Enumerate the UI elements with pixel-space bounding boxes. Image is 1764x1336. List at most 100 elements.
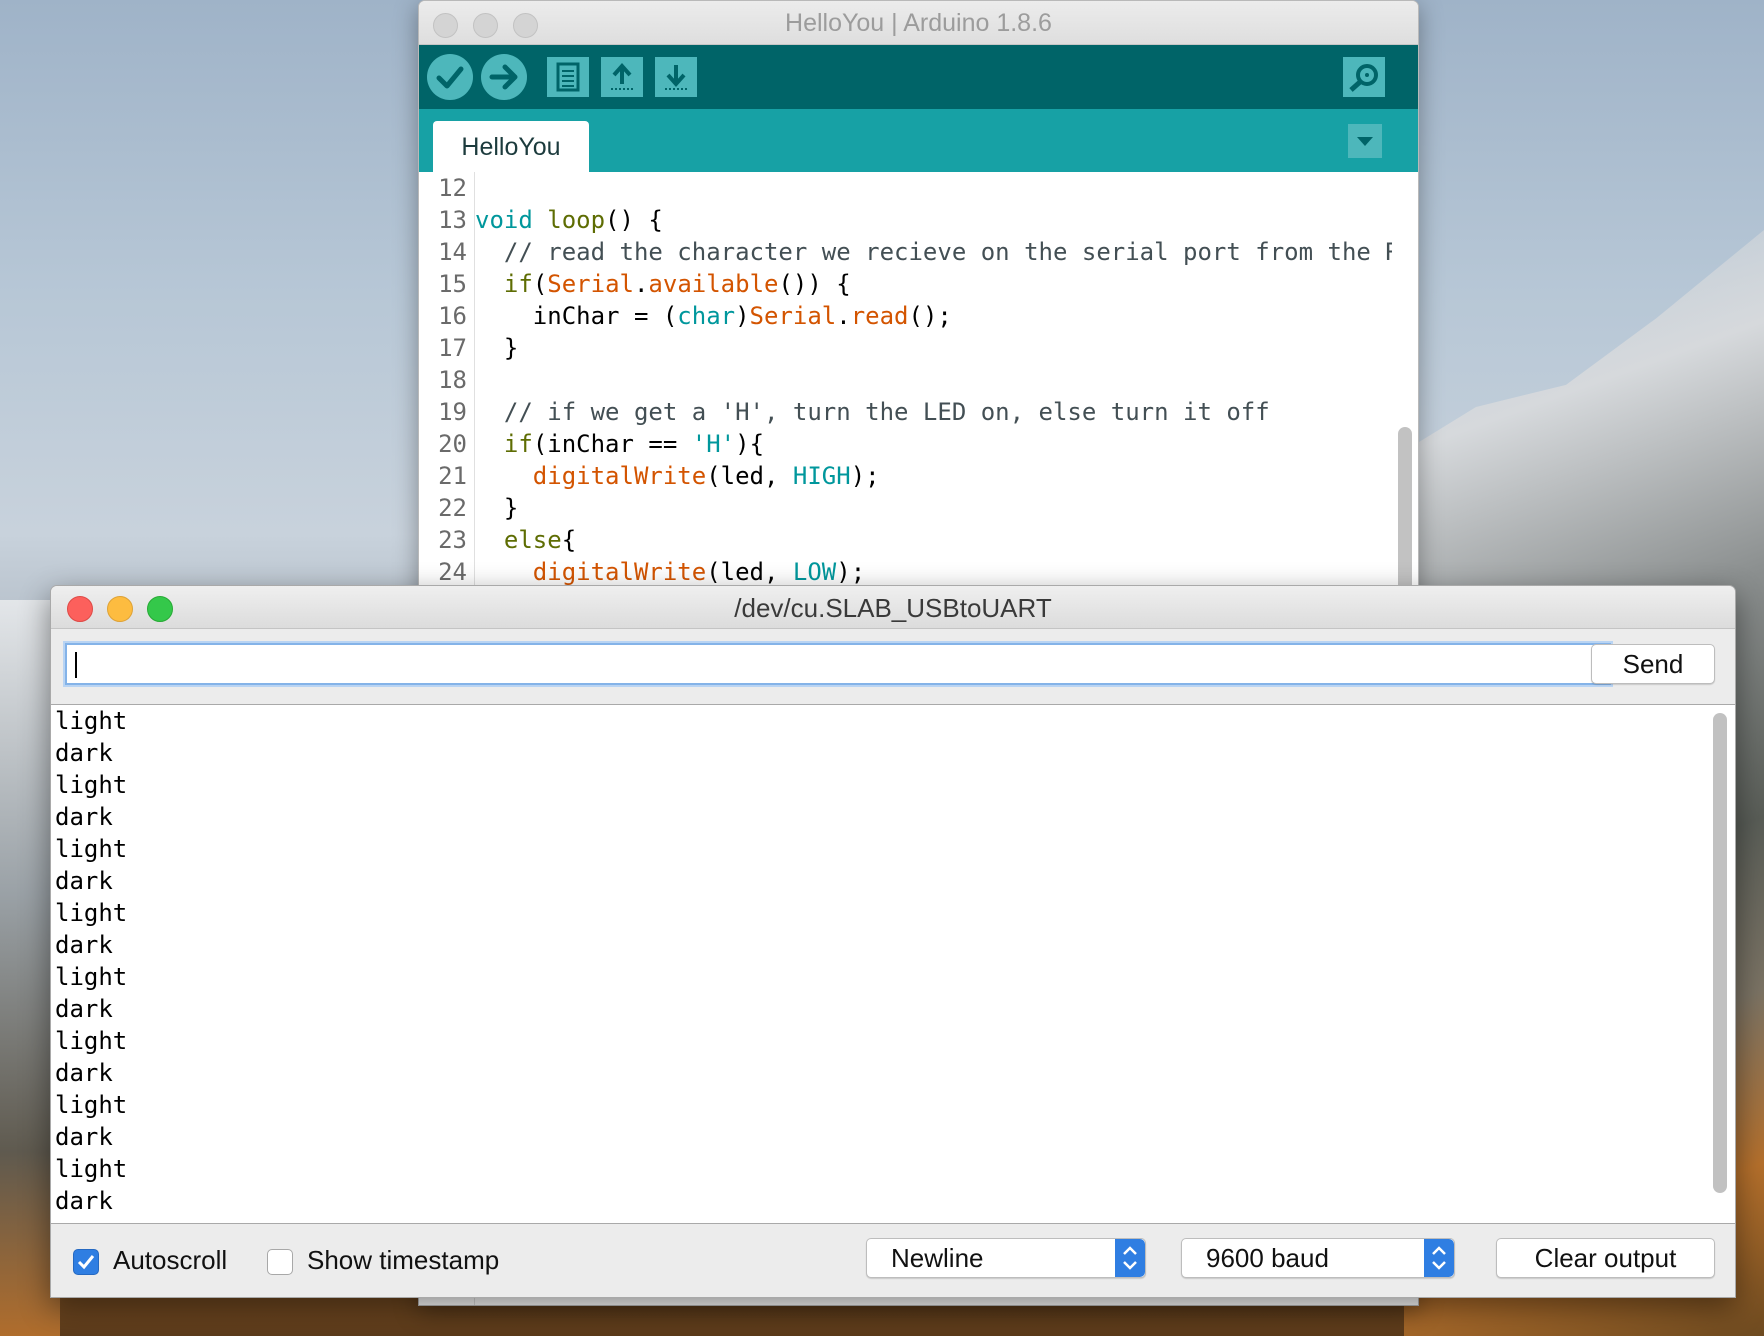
send-button[interactable]: Send xyxy=(1591,644,1715,684)
code-token: char xyxy=(677,302,736,330)
code-token: HIGH xyxy=(792,462,851,490)
output-line: light xyxy=(55,1027,128,1055)
line-number-gutter: 12 13 14 15 16 17 18 19 20 21 22 23 24 xyxy=(419,172,467,588)
code-token: . xyxy=(633,270,649,298)
code-line: } xyxy=(475,492,1392,524)
show-timestamp-label[interactable]: Show timestamp xyxy=(307,1245,499,1276)
line-number: 14 xyxy=(438,238,467,266)
serial-monitor-titlebar: /dev/cu.SLAB_USBtoUART xyxy=(51,586,1735,629)
output-line: light xyxy=(55,707,128,735)
code-line: // read the character we recieve on the … xyxy=(475,236,1392,268)
code-token: () { xyxy=(605,206,663,234)
select-arrows-icon xyxy=(1115,1239,1145,1277)
baud-rate-select[interactable]: 9600 baud xyxy=(1181,1238,1455,1278)
output-scrollbar[interactable] xyxy=(1713,713,1727,1193)
output-line: dark xyxy=(55,803,113,831)
serial-input-field[interactable] xyxy=(65,643,1611,685)
code-token: else xyxy=(503,526,562,554)
serial-output-area[interactable]: light dark light dark light dark light dark ligh… xyxy=(51,704,1735,1224)
baud-rate-value: 9600 baud xyxy=(1206,1243,1329,1273)
serial-monitor-window: /dev/cu.SLAB_USBtoUART Send light dark lig… xyxy=(50,585,1736,1298)
serial-monitor-button[interactable] xyxy=(1343,57,1385,97)
line-number: 23 xyxy=(438,526,467,554)
output-line: light xyxy=(55,963,128,991)
code-token: digitalWrite xyxy=(532,558,707,586)
output-line: dark xyxy=(55,931,113,959)
output-line: light xyxy=(55,1091,128,1119)
tab-menu-button[interactable] xyxy=(1348,124,1382,158)
code-line: digitalWrite(led, HIGH); xyxy=(475,460,1392,492)
code-token: Serial xyxy=(547,270,634,298)
line-number: 24 xyxy=(438,558,467,586)
code-token: ){ xyxy=(735,430,765,458)
tab-hello-you[interactable]: HelloYou xyxy=(433,121,589,173)
code-token: ); xyxy=(836,558,866,586)
code-line: if(inChar == 'H'){ xyxy=(475,428,1392,460)
line-number: 19 xyxy=(438,398,467,426)
line-ending-value: Newline xyxy=(891,1243,984,1273)
arduino-tabbar: HelloYou xyxy=(419,109,1418,173)
code-token: digitalWrite xyxy=(532,462,707,490)
code-token: // read the character we recieve on the … xyxy=(475,238,1392,266)
output-line: dark xyxy=(55,1123,113,1151)
line-number: 15 xyxy=(438,270,467,298)
code-token: loop xyxy=(547,206,606,234)
code-token: void xyxy=(475,206,533,234)
code-token: . xyxy=(836,302,851,330)
code-token: (); xyxy=(908,302,952,330)
line-number: 22 xyxy=(438,494,467,522)
output-line: dark xyxy=(55,1059,113,1087)
new-sketch-icon xyxy=(556,62,580,92)
save-down-arrow-icon xyxy=(665,65,687,90)
code-line: if(Serial.available()) { xyxy=(475,268,1392,300)
code-token: } xyxy=(475,494,519,522)
code-token: inChar = ( xyxy=(475,302,678,330)
clear-output-button[interactable]: Clear output xyxy=(1496,1238,1715,1278)
code-token: // if we get a 'H', turn the LED on, els… xyxy=(475,398,1270,426)
output-line: light xyxy=(55,771,128,799)
arduino-window-title: HelloYou | Arduino 1.8.6 xyxy=(785,9,1052,37)
arduino-titlebar: HelloYou | Arduino 1.8.6 xyxy=(419,1,1418,45)
verify-button[interactable] xyxy=(427,54,473,100)
checkmark-icon xyxy=(436,66,464,89)
show-timestamp-checkbox[interactable] xyxy=(267,1249,293,1275)
code-token: ) xyxy=(735,302,750,330)
code-line: // if we get a 'H', turn the LED on, els… xyxy=(475,396,1392,428)
line-number: 16 xyxy=(438,302,467,330)
save-sketch-button[interactable] xyxy=(655,57,697,97)
code-line: } xyxy=(475,332,1392,364)
code-token: if xyxy=(503,270,533,298)
line-number: 17 xyxy=(438,334,467,362)
serial-output-lines: light dark light dark light dark light dark ligh… xyxy=(51,705,1735,1217)
line-ending-select[interactable]: Newline xyxy=(866,1238,1146,1278)
magnifier-icon xyxy=(1349,64,1378,92)
code-area[interactable]: void loop() { // read the character we r… xyxy=(475,172,1392,588)
autoscroll-checkbox[interactable] xyxy=(73,1249,99,1275)
upload-button[interactable] xyxy=(481,54,527,100)
serial-monitor-title: /dev/cu.SLAB_USBtoUART xyxy=(734,593,1052,623)
code-token: if xyxy=(503,430,533,458)
output-line: dark xyxy=(55,995,113,1023)
code-token: Serial xyxy=(749,302,837,330)
code-token: read xyxy=(850,302,909,330)
open-sketch-button[interactable] xyxy=(601,57,643,97)
open-up-arrow-icon xyxy=(611,62,633,90)
code-token: available xyxy=(648,270,779,298)
code-line: void loop() { xyxy=(475,204,1392,236)
line-number: 18 xyxy=(438,366,467,394)
new-sketch-button[interactable] xyxy=(547,57,589,97)
checkmark-icon xyxy=(77,1255,95,1270)
code-token: (led, xyxy=(706,558,793,586)
select-arrows-icon xyxy=(1424,1239,1454,1277)
autoscroll-label[interactable]: Autoscroll xyxy=(113,1245,227,1276)
output-line: light xyxy=(55,835,128,863)
code-token: } xyxy=(475,334,519,362)
code-token: ()) { xyxy=(778,270,851,298)
line-number: 13 xyxy=(438,206,467,234)
